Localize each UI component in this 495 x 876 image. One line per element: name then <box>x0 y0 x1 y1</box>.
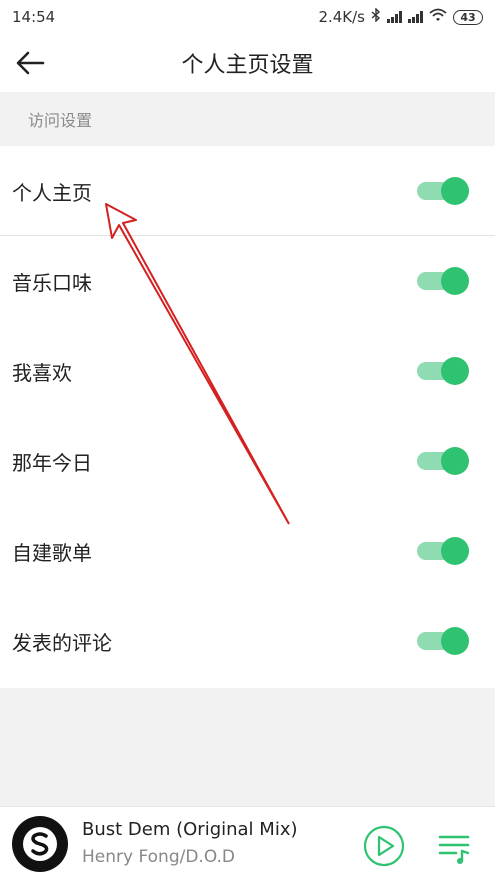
setting-label: 音乐口味 <box>12 270 92 295</box>
mini-player[interactable]: Bust Dem (Original Mix) Henry Fong/D.O.D <box>0 806 495 876</box>
play-icon <box>363 825 405 867</box>
back-arrow-icon <box>16 51 45 75</box>
status-icons: 2.4K/s 43 <box>318 7 483 26</box>
bluetooth-icon <box>371 7 381 26</box>
toggle-switch[interactable] <box>417 356 469 386</box>
toggle-switch[interactable] <box>417 626 469 656</box>
setting-row-music-taste[interactable]: 音乐口味 <box>0 236 495 326</box>
playlist-button[interactable] <box>436 829 472 865</box>
toggle-switch[interactable] <box>417 536 469 566</box>
song-title: Bust Dem (Original Mix) <box>82 819 298 840</box>
status-time: 14:54 <box>12 8 56 26</box>
signal-icon <box>387 11 402 23</box>
status-bar: 14:54 2.4K/s 43 <box>0 0 495 34</box>
toggle-switch[interactable] <box>417 266 469 296</box>
setting-label: 那年今日 <box>12 450 92 475</box>
section-label: 访问设置 <box>0 92 495 146</box>
header: 个人主页设置 <box>0 34 495 92</box>
setting-label: 个人主页 <box>12 180 92 205</box>
setting-label: 发表的评论 <box>12 630 112 655</box>
album-cover[interactable] <box>12 816 68 872</box>
setting-row-on-this-day[interactable]: 那年今日 <box>0 416 495 506</box>
album-cover-icon <box>23 827 57 861</box>
setting-row-comments[interactable]: 发表的评论 <box>0 596 495 686</box>
network-speed: 2.4K/s <box>318 8 365 26</box>
toggle-switch[interactable] <box>417 446 469 476</box>
page-title: 个人主页设置 <box>181 53 314 78</box>
playlist-icon <box>438 835 470 864</box>
settings-list: 个人主页 音乐口味 我喜欢 那年今日 自建歌单 发表的评论 <box>0 146 495 688</box>
song-artist: Henry Fong/D.O.D <box>82 847 236 867</box>
page: 14:54 2.4K/s 43 个人主页设置 访问设置 个人主页 音乐口味 我喜… <box>0 0 495 876</box>
signal-icon <box>408 11 423 23</box>
battery-icon: 43 <box>453 9 483 25</box>
setting-row-created-playlists[interactable]: 自建歌单 <box>0 506 495 596</box>
play-button[interactable] <box>363 825 405 867</box>
toggle-switch[interactable] <box>417 176 469 206</box>
setting-label: 自建歌单 <box>12 540 92 565</box>
setting-row-my-likes[interactable]: 我喜欢 <box>0 326 495 416</box>
back-button[interactable] <box>12 46 48 80</box>
setting-label: 我喜欢 <box>12 360 72 385</box>
wifi-icon <box>429 8 447 26</box>
setting-row-homepage[interactable]: 个人主页 <box>0 146 495 236</box>
